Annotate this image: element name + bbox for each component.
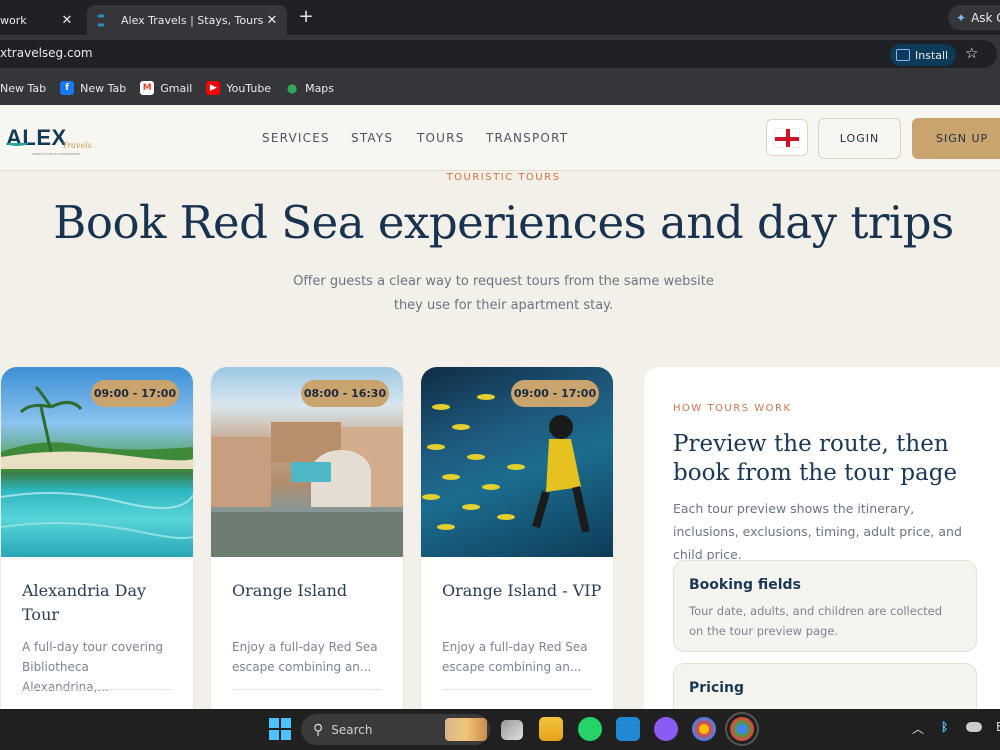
bookmark-new-tab[interactable]: New Tab: [0, 82, 46, 95]
bookmark-gmail[interactable]: M Gmail: [140, 81, 192, 95]
ask-label: Ask G: [971, 10, 1000, 25]
how-description: Each tour preview shows the itinerary, i…: [673, 501, 962, 562]
install-label: Install: [915, 48, 949, 62]
search-icon: ⚲: [313, 721, 324, 738]
tour-time-badge: 09:00 - 17:00: [511, 380, 599, 407]
how-eyebrow: HOW TOURS WORK: [673, 403, 792, 414]
hero-subtitle-line-2: they use for their apartment stay.: [393, 298, 614, 313]
bookmark-maps[interactable]: ● Maps: [285, 81, 334, 95]
hero-subtitle-line-1: Offer guests a clear way to request tour…: [293, 274, 714, 289]
search-label: Search: [331, 722, 373, 737]
install-icon: [896, 49, 910, 61]
bookmark-label: Maps: [305, 81, 335, 95]
tab-title: work: [0, 13, 27, 27]
tour-time-badge: 09:00 - 17:00: [91, 380, 179, 407]
card-divider: [22, 689, 172, 690]
vscode-icon[interactable]: [616, 717, 640, 741]
chevron-up-icon[interactable]: ︿: [912, 720, 924, 737]
card-divider: [442, 689, 592, 690]
tour-time-badge: 08:00 - 16:30: [301, 380, 389, 407]
windows-taskbar: [0, 709, 1000, 750]
youtube-icon: ▶: [206, 81, 221, 95]
info-box-body: Tour date, adults, and children are coll…: [689, 604, 943, 638]
logo-tagline: PREMIUM TRAVEL EXPERIENCES: [32, 152, 80, 156]
gmail-icon: M: [140, 81, 155, 95]
bookmark-facebook[interactable]: f New Tab: [60, 81, 126, 95]
card-divider: [232, 689, 382, 690]
tour-description: A full-day tour covering Bibliotheca Ale…: [22, 640, 164, 694]
nav-services[interactable]: SERVICES: [262, 131, 330, 145]
tour-card[interactable]: 09:00 - 17:00 Orange Island - VIP Enjoy …: [421, 367, 613, 727]
bookmark-label: Gmail: [160, 81, 193, 95]
tour-description: Enjoy a full-day Red Sea escape combinin…: [232, 640, 378, 674]
tour-description: Enjoy a full-day Red Sea escape combinin…: [442, 640, 588, 674]
england-flag-icon: [774, 127, 800, 148]
info-box-booking-fields: Booking fields Tour date, adults, and ch…: [673, 560, 977, 652]
tab-alex-travels[interactable]: ▬ ▬ Alex Travels | Stays, Tours & Privat…: [87, 5, 287, 35]
nav-stays[interactable]: STAYS: [351, 131, 393, 145]
install-app-button[interactable]: Install: [890, 44, 956, 66]
onedrive-icon[interactable]: [966, 722, 982, 732]
taskbar-search-input[interactable]: ⚲ Search: [301, 714, 490, 745]
maps-icon: ●: [286, 81, 298, 95]
github-desktop-icon[interactable]: [654, 717, 678, 741]
info-box-heading: Booking fields: [689, 577, 801, 593]
bookmark-star-icon[interactable]: ☆: [965, 44, 978, 62]
bookmark-label: YouTube: [226, 81, 272, 95]
chrome-active-icon[interactable]: [725, 712, 759, 746]
whatsapp-icon[interactable]: [578, 717, 602, 741]
bookmark-label: New Tab: [80, 81, 127, 95]
tour-title[interactable]: Alexandria Day Tour: [22, 579, 182, 627]
search-highlight-image: [445, 718, 487, 741]
signup-button[interactable]: SIGN UP: [912, 118, 1000, 159]
site-logo[interactable]: ALEX Travels PREMIUM TRAVEL EXPERIENCES: [6, 125, 92, 156]
url-input[interactable]: xtravelseg.com: [0, 40, 997, 68]
site-header: ALEX Travels PREMIUM TRAVEL EXPERIENCES …: [0, 105, 1000, 171]
hero-eyebrow: TOURISTIC TOURS: [446, 172, 561, 183]
new-tab-button[interactable]: +: [296, 6, 316, 28]
bookmarks-bar: New Tab f New Tab M Gmail ▶ YouTube ● Ma…: [0, 71, 1000, 105]
close-icon[interactable]: ✕: [265, 13, 279, 28]
nav-tours[interactable]: TOURS: [417, 131, 465, 145]
logo-subtext: Travels: [62, 141, 92, 150]
browser-tab-bar: work ✕ ▬ ▬ Alex Travels | Stays, Tours &…: [0, 0, 1000, 35]
tour-card[interactable]: 09:00 - 17:00 Alexandria Day Tour A full…: [1, 367, 193, 727]
logo-text: ALEX: [6, 125, 67, 150]
windows-start-icon[interactable]: [268, 717, 292, 741]
login-button[interactable]: LOGIN: [818, 118, 901, 159]
logo-wave-icon: [6, 140, 28, 146]
bookmark-youtube[interactable]: ▶ YouTube: [206, 81, 271, 95]
tab-work[interactable]: work ✕: [0, 5, 82, 35]
language-button[interactable]: [766, 119, 808, 156]
how-title: Preview the route, then book from the to…: [673, 431, 958, 486]
chrome-icon[interactable]: [692, 717, 716, 741]
ask-gemini-button[interactable]: ✦ Ask G: [948, 5, 1000, 30]
bluetooth-icon[interactable]: ᛒ: [941, 720, 948, 734]
close-icon[interactable]: ✕: [60, 13, 74, 28]
how-tours-work-panel: HOW TOURS WORK Preview the route, then b…: [644, 367, 1000, 750]
page-title: Book Red Sea experiences and day trips: [53, 196, 954, 249]
favicon-icon: ▬ ▬: [97, 11, 105, 29]
info-box-heading: Pricing: [689, 680, 745, 696]
tour-card[interactable]: 08:00 - 16:30 Orange Island Enjoy a full…: [211, 367, 403, 727]
tab-title: Alex Travels | Stays, Tours & Private: [121, 13, 265, 27]
facebook-icon: f: [60, 81, 75, 95]
file-explorer-icon[interactable]: [539, 717, 563, 741]
address-bar: xtravelseg.com: [0, 35, 1000, 71]
tour-title[interactable]: Orange Island: [232, 579, 392, 603]
sparkle-icon: ✦: [956, 10, 967, 25]
tour-title[interactable]: Orange Island - VIP: [442, 579, 602, 603]
task-view-icon[interactable]: [501, 720, 523, 740]
ime-icon[interactable]: E: [996, 720, 1000, 734]
nav-transport[interactable]: TRANSPORT: [486, 131, 568, 145]
bookmark-label: New Tab: [0, 81, 47, 95]
url-text: xtravelseg.com: [0, 46, 93, 60]
